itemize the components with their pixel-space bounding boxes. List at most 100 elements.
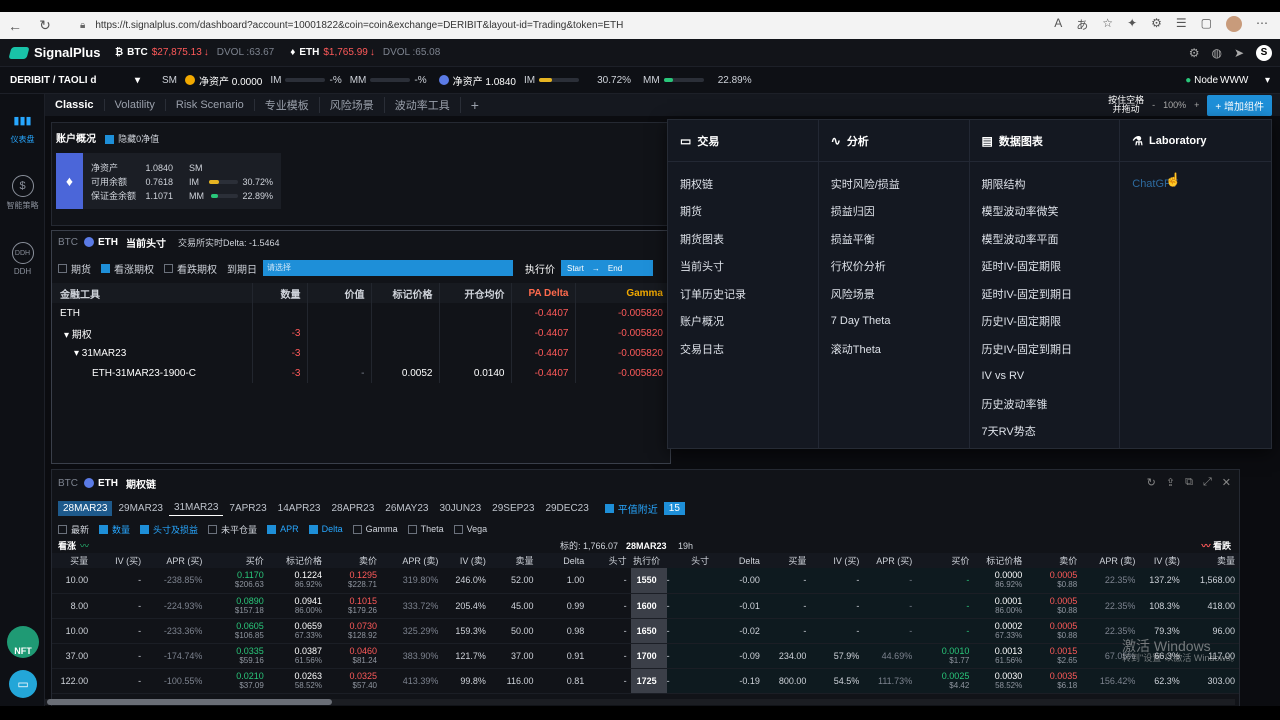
toggle-checkbox[interactable] — [407, 524, 417, 534]
put-cell[interactable]: 0.0015 $2.65 — [1026, 643, 1082, 669]
column-toggle[interactable]: 数量 — [99, 523, 130, 536]
call-cell[interactable]: 319.80% — [380, 568, 443, 594]
put-cell[interactable]: 137.2% — [1139, 568, 1184, 594]
strike-cell[interactable]: 1550 — [630, 568, 667, 594]
col-pa-delta[interactable]: PA Delta — [511, 283, 576, 303]
strike-cell[interactable]: 1700 — [630, 643, 667, 669]
expiry-tab[interactable]: 14APR23 — [273, 501, 326, 516]
column-toggle[interactable]: Theta — [407, 524, 444, 534]
chain-row[interactable]: 37.00- -174.74% 0.0335 $59.16 0.0387 61.56% 0.… — [52, 643, 1239, 669]
call-cell[interactable]: 0.98 — [537, 618, 589, 644]
call-cell[interactable]: 0.91 — [537, 643, 589, 669]
menu-item[interactable]: 损益平衡 — [819, 225, 969, 253]
call-cell[interactable]: - — [588, 643, 631, 669]
call-cell[interactable]: 205.4% — [442, 593, 490, 619]
menu-item[interactable]: 期限结构 — [970, 170, 1120, 198]
call-cell[interactable]: 413.39% — [380, 668, 443, 694]
add-tab-button[interactable]: + — [461, 97, 489, 113]
call-cell[interactable]: 0.1015 $179.26 — [325, 593, 381, 619]
expiry-tab[interactable]: 29SEP23 — [487, 501, 539, 516]
table-row[interactable]: ▾ 31MAR23 -3 -0.4407 -0.005820 — [52, 343, 670, 363]
btc-coin-toggle[interactable]: BTC — [58, 478, 78, 489]
menu-item[interactable]: 滚动Theta — [819, 335, 969, 363]
table-row[interactable]: ▾ 期权 -3 -0.4407 -0.005820 — [52, 323, 670, 343]
put-cell[interactable]: 0.0000 86.92% — [973, 568, 1027, 594]
put-cell[interactable]: 0.0010 $1.77 — [916, 643, 974, 669]
near-money-toggle[interactable]: 平值附近 — [604, 501, 658, 516]
profile-avatar[interactable] — [1226, 16, 1242, 32]
column-toggle[interactable]: Vega — [453, 524, 487, 534]
eth-coin-toggle[interactable]: ETH — [98, 237, 118, 248]
expiry-tab[interactable]: 31MAR23 — [168, 500, 224, 516]
strike-cell[interactable]: 1600 — [630, 593, 667, 619]
call-cell[interactable]: - — [588, 593, 631, 619]
account-selector[interactable]: DERIBIT / TAOLI d ▾ — [0, 75, 150, 86]
menu-item[interactable]: 期货图表 — [668, 225, 818, 253]
call-cell[interactable]: 246.0% — [442, 568, 490, 594]
call-column-header[interactable]: 标记价格 — [267, 553, 326, 568]
call-cell[interactable]: 0.0941 86.00% — [267, 593, 326, 619]
put-cell[interactable]: - — [763, 568, 811, 594]
call-cell[interactable]: 333.72% — [380, 593, 443, 619]
call-cell[interactable]: 37.00 — [489, 643, 538, 669]
call-cell[interactable]: - — [92, 668, 146, 694]
menu-item[interactable]: 延时IV-固定到期日 — [970, 280, 1120, 308]
toggle-checkbox[interactable] — [352, 524, 362, 534]
call-cell[interactable]: 52.00 — [489, 568, 538, 594]
put-cell[interactable]: -0.09 — [713, 643, 764, 669]
call-cell[interactable]: -100.55% — [145, 668, 207, 694]
popout-icon[interactable]: ⧉ — [1185, 476, 1193, 489]
menu-item[interactable]: 7 Day Theta — [819, 308, 969, 336]
put-cell[interactable]: - — [810, 618, 864, 644]
column-toggle[interactable]: Delta — [308, 524, 343, 534]
call-cell[interactable]: 325.29% — [380, 618, 443, 644]
put-cell[interactable]: -0.19 — [713, 668, 764, 694]
col-gamma[interactable]: Gamma — [575, 283, 670, 303]
call-cell[interactable]: 50.00 — [489, 618, 538, 644]
scrollbar-thumb[interactable] — [47, 699, 332, 705]
call-cell[interactable]: 0.1295 $228.71 — [325, 568, 381, 594]
menu-item[interactable]: 损益归因 — [819, 198, 969, 226]
read-aloud-icon[interactable]: A — [1054, 16, 1062, 33]
call-cell[interactable]: - — [92, 618, 146, 644]
put-cell[interactable]: 0.0005 $0.88 — [1026, 593, 1082, 619]
near-money-count[interactable]: 15 — [663, 501, 685, 515]
call-column-header[interactable]: 卖价 — [325, 553, 381, 568]
put-column-header[interactable]: 卖量 — [1183, 553, 1239, 568]
call-cell[interactable]: 37.00 — [52, 643, 93, 669]
put-cell[interactable]: 22.35% — [1081, 568, 1140, 594]
put-cell[interactable]: - — [810, 593, 864, 619]
toggle-checkbox[interactable] — [140, 524, 150, 534]
sidebar-item-dashboard[interactable]: ▮▮▮ 仪表盘 — [0, 94, 45, 160]
tab-volatility[interactable]: Volatility — [105, 99, 166, 111]
btc-coin-toggle[interactable]: BTC — [58, 237, 78, 248]
col-mark[interactable]: 标记价格 — [371, 283, 440, 303]
call-cell[interactable]: - — [588, 668, 631, 694]
col-qty[interactable]: 数量 — [252, 283, 308, 303]
menu-item[interactable]: 模型波动率微笑 — [970, 198, 1120, 226]
toggle-checkbox[interactable] — [308, 524, 318, 534]
put-cell[interactable]: 234.00 — [763, 643, 811, 669]
call-column-header[interactable]: 买价 — [206, 553, 268, 568]
call-cell[interactable]: - — [92, 643, 146, 669]
menu-item[interactable]: 历史波动率锥 — [970, 390, 1120, 418]
put-column-header[interactable]: Delta — [713, 553, 764, 568]
put-cell[interactable]: 44.69% — [863, 643, 917, 669]
call-cell[interactable]: 0.0210 $37.09 — [206, 668, 268, 694]
put-cell[interactable]: - — [763, 618, 811, 644]
call-cell[interactable]: 0.0335 $59.16 — [206, 643, 268, 669]
near-money-checkbox[interactable] — [604, 503, 614, 513]
put-cell[interactable]: - — [916, 568, 974, 594]
put-cell[interactable]: 303.00 — [1183, 668, 1239, 694]
call-column-header[interactable]: 头寸 — [588, 553, 631, 568]
call-cell[interactable]: 383.90% — [380, 643, 443, 669]
put-cell[interactable]: - — [863, 568, 917, 594]
put-column-header[interactable]: 标记价格 — [973, 553, 1027, 568]
call-cell[interactable]: 99.8% — [442, 668, 490, 694]
user-avatar[interactable]: S — [1256, 45, 1272, 61]
call-cell[interactable]: 10.00 — [52, 568, 93, 594]
menu-item[interactable]: 实时风险/损益 — [819, 170, 969, 198]
expiry-tab[interactable]: 26MAY23 — [380, 501, 433, 516]
call-column-header[interactable]: APR (买) — [145, 553, 207, 568]
call-cell[interactable]: 1.00 — [537, 568, 589, 594]
